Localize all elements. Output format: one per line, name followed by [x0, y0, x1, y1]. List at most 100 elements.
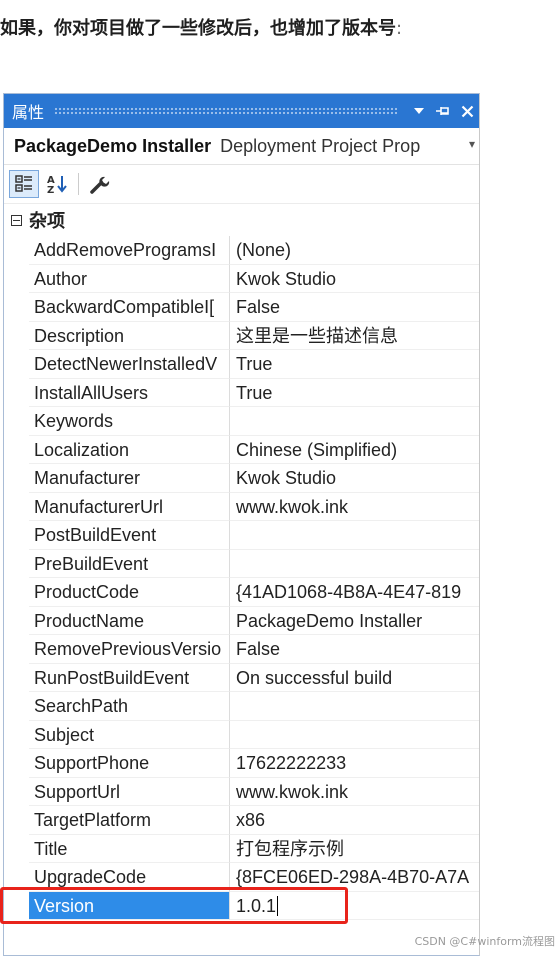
property-name[interactable]: BackwardCompatibleI[	[29, 293, 230, 322]
property-name[interactable]: RemovePreviousVersio	[29, 635, 230, 664]
property-name[interactable]: PreBuildEvent	[29, 549, 230, 578]
object-type: Deployment Project Prop	[220, 135, 421, 156]
row-gutter	[4, 464, 29, 493]
property-value[interactable]	[230, 550, 479, 578]
property-row[interactable]: PreBuildEvent	[4, 549, 479, 579]
properties-toolbar: A Z	[4, 165, 479, 204]
property-name[interactable]: Subject	[29, 720, 230, 749]
property-value-text: Kwok Studio	[236, 468, 337, 488]
properties-window: 属性 PackageDemo Installer Deployment Proj…	[3, 93, 480, 956]
property-row[interactable]: Author Kwok Studio	[4, 264, 479, 294]
property-name[interactable]: Keywords	[29, 407, 230, 436]
property-value[interactable]	[230, 692, 479, 721]
property-pages-icon[interactable]	[85, 170, 115, 198]
property-value[interactable]: On successful build	[230, 664, 479, 692]
property-value[interactable]: False	[230, 635, 479, 664]
property-row[interactable]: InstallAllUsers True	[4, 378, 479, 407]
property-row[interactable]: Subject	[4, 720, 479, 750]
property-name[interactable]: RunPostBuildEvent	[29, 663, 230, 692]
property-value[interactable]: 这里是一些描述信息	[230, 322, 479, 350]
row-gutter	[4, 236, 29, 265]
property-name[interactable]: Description	[29, 321, 230, 350]
property-row[interactable]: PostBuildEvent	[4, 521, 479, 550]
property-row[interactable]: ManufacturerUrl www.kwok.ink	[4, 492, 479, 521]
property-value[interactable]: True	[230, 350, 479, 379]
property-row[interactable]: Title 打包程序示例	[4, 834, 479, 863]
pin-icon[interactable]	[431, 99, 455, 123]
alphabetical-icon[interactable]: A Z	[42, 170, 72, 198]
property-row[interactable]: ProductCode {41AD1068-4B8A-4E47-819	[4, 578, 479, 607]
property-name[interactable]: InstallAllUsers	[29, 378, 230, 407]
property-value[interactable]: x86	[230, 806, 479, 835]
property-name[interactable]: TargetPlatform	[29, 806, 230, 835]
property-name[interactable]: Localization	[29, 435, 230, 464]
dropdown-icon[interactable]	[407, 99, 431, 123]
object-selector[interactable]: PackageDemo Installer Deployment Project…	[4, 128, 479, 165]
property-value[interactable]: (None)	[230, 236, 479, 265]
version-highlight-box	[0, 887, 348, 924]
properties-title: 属性	[12, 103, 45, 122]
property-value[interactable]: www.kwok.ink	[230, 778, 479, 806]
property-name[interactable]: ProductCode	[29, 578, 230, 607]
property-row[interactable]: Manufacturer Kwok Studio	[4, 464, 479, 493]
property-row[interactable]: RunPostBuildEvent On successful build	[4, 663, 479, 693]
property-value-text: www.kwok.ink	[236, 496, 349, 517]
property-row[interactable]: SearchPath	[4, 692, 479, 721]
property-name[interactable]: ProductName	[29, 606, 230, 635]
row-gutter	[4, 607, 29, 636]
property-value[interactable]: Kwok Studio	[230, 464, 479, 493]
category-misc[interactable]: 杂项	[4, 204, 479, 236]
property-row[interactable]: Localization Chinese (Simplified)	[4, 435, 479, 464]
properties-titlebar[interactable]: 属性	[4, 94, 479, 128]
watermark: CSDN @C#winform流程图	[414, 935, 555, 948]
row-gutter	[4, 664, 29, 693]
property-name[interactable]: SupportPhone	[29, 749, 230, 778]
property-name[interactable]: AddRemoveProgramsI	[29, 236, 230, 265]
property-name[interactable]: SearchPath	[29, 692, 230, 721]
row-gutter	[4, 407, 29, 436]
property-value[interactable]: 打包程序示例	[230, 835, 479, 863]
property-row[interactable]: Description 这里是一些描述信息	[4, 321, 479, 350]
property-row[interactable]: TargetPlatform x86	[4, 806, 479, 835]
property-value[interactable]	[230, 721, 479, 749]
property-value-text: On successful build	[236, 667, 393, 688]
property-row[interactable]: SupportUrl www.kwok.ink	[4, 777, 479, 806]
property-row[interactable]: SupportPhone 17622222233	[4, 749, 479, 778]
property-value[interactable]: False	[230, 293, 479, 322]
property-name[interactable]: DetectNewerInstalledV	[29, 350, 230, 379]
property-value-text: x86	[236, 810, 266, 830]
row-gutter	[4, 721, 29, 750]
property-value[interactable]: PackageDemo Installer	[230, 607, 479, 635]
categorized-icon[interactable]	[9, 170, 39, 198]
property-name[interactable]: Title	[29, 834, 230, 863]
property-value[interactable]	[230, 407, 479, 436]
row-gutter	[4, 550, 29, 579]
property-name[interactable]: Author	[29, 264, 230, 293]
row-gutter	[4, 265, 29, 294]
row-gutter	[4, 692, 29, 721]
property-row[interactable]: DetectNewerInstalledV True	[4, 350, 479, 379]
intro-colon: :	[396, 18, 403, 39]
property-row[interactable]: Keywords	[4, 407, 479, 436]
property-value[interactable]: www.kwok.ink	[230, 493, 479, 521]
property-name[interactable]: PostBuildEvent	[29, 521, 230, 550]
toolbar-separator	[78, 173, 79, 195]
property-row[interactable]: RemovePreviousVersio False	[4, 635, 479, 664]
property-value[interactable]: {41AD1068-4B8A-4E47-819	[230, 578, 479, 607]
property-value-text: PackageDemo Installer	[236, 610, 423, 631]
property-value[interactable]: Chinese (Simplified)	[230, 436, 479, 464]
property-value[interactable]: 17622222233	[230, 749, 479, 778]
close-icon[interactable]	[455, 99, 479, 123]
chevron-down-icon[interactable]: ▾	[465, 137, 475, 151]
titlebar-grip	[54, 106, 397, 116]
property-name[interactable]: Manufacturer	[29, 464, 230, 493]
property-row[interactable]: ProductName PackageDemo Installer	[4, 606, 479, 636]
property-name[interactable]: SupportUrl	[29, 777, 230, 806]
property-value[interactable]	[230, 521, 479, 550]
property-value[interactable]: True	[230, 379, 479, 407]
property-row[interactable]: AddRemoveProgramsI (None)	[4, 236, 479, 265]
property-value[interactable]: Kwok Studio	[230, 265, 479, 293]
property-name[interactable]: ManufacturerUrl	[29, 492, 230, 521]
property-row[interactable]: BackwardCompatibleI[False	[4, 293, 479, 322]
collapse-icon[interactable]	[11, 214, 22, 226]
